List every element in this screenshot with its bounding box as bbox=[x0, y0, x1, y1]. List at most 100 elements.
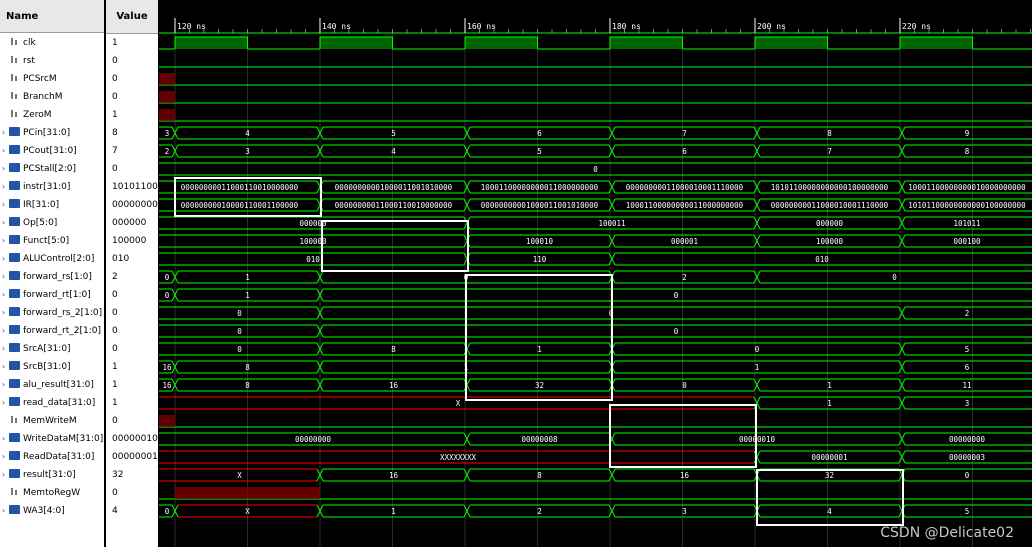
signal-name-row[interactable]: › instr[31:0] bbox=[2, 178, 104, 196]
expand-arrow-icon[interactable]: › bbox=[2, 232, 9, 250]
signal-name-row[interactable]: rst bbox=[2, 52, 104, 70]
signal-name-row[interactable]: › alu_result[31:0] bbox=[2, 376, 104, 394]
bus-value-label: 00000000001000011001010000 bbox=[335, 183, 453, 192]
bus-value-label: 1 bbox=[391, 507, 396, 516]
value-column-header[interactable]: Value bbox=[106, 0, 158, 34]
signal-name-row[interactable]: › Op[5:0] bbox=[2, 214, 104, 232]
expand-arrow-icon[interactable]: › bbox=[2, 358, 9, 376]
bus-value-label: 32 bbox=[825, 471, 834, 480]
signal-value: 0 bbox=[112, 416, 118, 426]
waveform-area[interactable]: 120 ns140 ns160 ns180 ns200 ns220 ns240 … bbox=[159, 0, 1032, 547]
signal-name-row[interactable]: › read_data[31:0] bbox=[2, 394, 104, 412]
expand-arrow-icon[interactable]: › bbox=[2, 376, 9, 394]
bus-value-label: 00000001 bbox=[811, 453, 847, 462]
bus-value-label: 3 bbox=[965, 399, 970, 408]
signal-name-row[interactable]: › WA3[4:0] bbox=[2, 502, 104, 520]
signal-name-row[interactable]: › SrcB[31:0] bbox=[2, 358, 104, 376]
signal-name-row[interactable]: › PCStall[2:0] bbox=[2, 160, 104, 178]
signal-name-row[interactable]: › ReadData[31:0] bbox=[2, 448, 104, 466]
expand-arrow-icon[interactable]: › bbox=[2, 178, 9, 196]
bus-value-label: 2 bbox=[537, 507, 542, 516]
signal-name: BranchM bbox=[23, 92, 63, 102]
expand-arrow-icon[interactable]: › bbox=[2, 214, 9, 232]
signal-name-row[interactable]: › SrcA[31:0] bbox=[2, 340, 104, 358]
signal-name: Op[5:0] bbox=[23, 218, 58, 228]
bus-value-label: 16 bbox=[680, 471, 690, 480]
signal-name-row[interactable]: › IR[31:0] bbox=[2, 196, 104, 214]
signal-name-row[interactable]: BranchM bbox=[2, 88, 104, 106]
ruler-tick-label: 160 ns bbox=[467, 22, 496, 31]
expand-arrow-icon[interactable]: › bbox=[2, 502, 9, 520]
bus-value-label: 0 bbox=[165, 273, 170, 282]
expand-arrow-icon[interactable]: › bbox=[2, 196, 9, 214]
name-column-header[interactable]: Name bbox=[0, 0, 104, 33]
expand-arrow-icon[interactable]: › bbox=[2, 142, 9, 160]
bit-signal-icon bbox=[9, 91, 20, 100]
signal-name-row[interactable]: › Funct[5:0] bbox=[2, 232, 104, 250]
signal-name: Funct[5:0] bbox=[23, 236, 70, 246]
signal-name-row[interactable]: PCSrcM bbox=[2, 70, 104, 88]
signal-name: WA3[4:0] bbox=[23, 506, 65, 516]
signal-name: forward_rt_2[1:0] bbox=[23, 326, 101, 336]
expand-arrow-icon[interactable]: › bbox=[2, 448, 9, 466]
signal-name-row[interactable]: › forward_rs[1:0] bbox=[2, 268, 104, 286]
expand-arrow-icon[interactable]: › bbox=[2, 286, 9, 304]
bus-value-label: 3 bbox=[682, 507, 687, 516]
bus-value-label: 010 bbox=[306, 255, 320, 264]
bus-value-label: 4 bbox=[391, 147, 396, 156]
bus-value-label: 0 bbox=[755, 345, 760, 354]
signal-value: 100000 bbox=[112, 236, 147, 246]
bus-signal-icon bbox=[9, 505, 20, 514]
expand-arrow-icon[interactable]: › bbox=[2, 340, 9, 358]
x-state-block bbox=[159, 73, 175, 85]
signal-name-row[interactable]: › PCout[31:0] bbox=[2, 142, 104, 160]
expand-arrow-icon[interactable]: › bbox=[2, 304, 9, 322]
bus-signal-icon bbox=[9, 199, 20, 208]
ruler-tick-label: 180 ns bbox=[612, 22, 641, 31]
signal-name-row[interactable]: › ALUControl[2:0] bbox=[2, 250, 104, 268]
signal-name-row[interactable]: › forward_rt_2[1:0] bbox=[2, 322, 104, 340]
signal-name-row[interactable]: ZeroM bbox=[2, 106, 104, 124]
signal-name: ReadData[31:0] bbox=[23, 452, 95, 462]
expand-arrow-icon[interactable]: › bbox=[2, 268, 9, 286]
expand-arrow-icon[interactable]: › bbox=[2, 430, 9, 448]
x-state-block bbox=[159, 109, 175, 121]
bus-value-label: 2 bbox=[165, 147, 170, 156]
signal-value: 0 bbox=[112, 92, 118, 102]
signal-name: MemtoRegW bbox=[23, 488, 81, 498]
signal-name-row[interactable]: › WriteDataM[31:0] bbox=[2, 430, 104, 448]
signal-name-row[interactable]: MemWriteM bbox=[2, 412, 104, 430]
bus-value-label: 00000008 bbox=[521, 435, 558, 444]
bus-value-label: 0 bbox=[965, 471, 970, 480]
expand-arrow-icon[interactable]: › bbox=[2, 466, 9, 484]
signal-name-row[interactable]: clk bbox=[2, 34, 104, 52]
expand-arrow-icon[interactable]: › bbox=[2, 394, 9, 412]
signal-name: PCSrcM bbox=[23, 74, 57, 84]
bus-signal-icon bbox=[9, 451, 20, 460]
expand-arrow-icon[interactable]: › bbox=[2, 160, 9, 178]
signal-name-row[interactable]: MemtoRegW bbox=[2, 484, 104, 502]
signal-value: 1 bbox=[112, 380, 118, 390]
signal-name-row[interactable]: › forward_rs_2[1:0] bbox=[2, 304, 104, 322]
bus-value-label: 10101100000000000100000000 bbox=[771, 183, 889, 192]
signal-value: 1 bbox=[112, 398, 118, 408]
bus-value-label: 32 bbox=[535, 381, 544, 390]
highlight-box bbox=[609, 404, 757, 468]
signal-name-row[interactable]: › forward_rt[1:0] bbox=[2, 286, 104, 304]
signal-name: IR[31:0] bbox=[23, 200, 60, 210]
bus-signal-icon bbox=[9, 307, 20, 316]
signal-name: forward_rs[1:0] bbox=[23, 272, 92, 282]
bus-value-label: X bbox=[456, 399, 461, 408]
bus-value-label: 3 bbox=[245, 147, 250, 156]
signal-name-row[interactable]: › result[31:0] bbox=[2, 466, 104, 484]
bus-value-label: XXXXXXXX bbox=[440, 453, 477, 462]
signal-value: 101011000 bbox=[112, 182, 158, 192]
expand-arrow-icon[interactable]: › bbox=[2, 322, 9, 340]
expand-arrow-icon[interactable]: › bbox=[2, 250, 9, 268]
bus-value-label: 5 bbox=[965, 345, 970, 354]
expand-arrow-icon[interactable]: › bbox=[2, 124, 9, 142]
signal-value: 0 bbox=[112, 56, 118, 66]
signal-name-row[interactable]: › PCin[31:0] bbox=[2, 124, 104, 142]
bus-value-label: 100010 bbox=[526, 237, 554, 246]
signal-list-panel: Name Value clk 1 rst 0 PCSrcM 0 BranchM 0 ZeroM 1… bbox=[0, 0, 158, 547]
